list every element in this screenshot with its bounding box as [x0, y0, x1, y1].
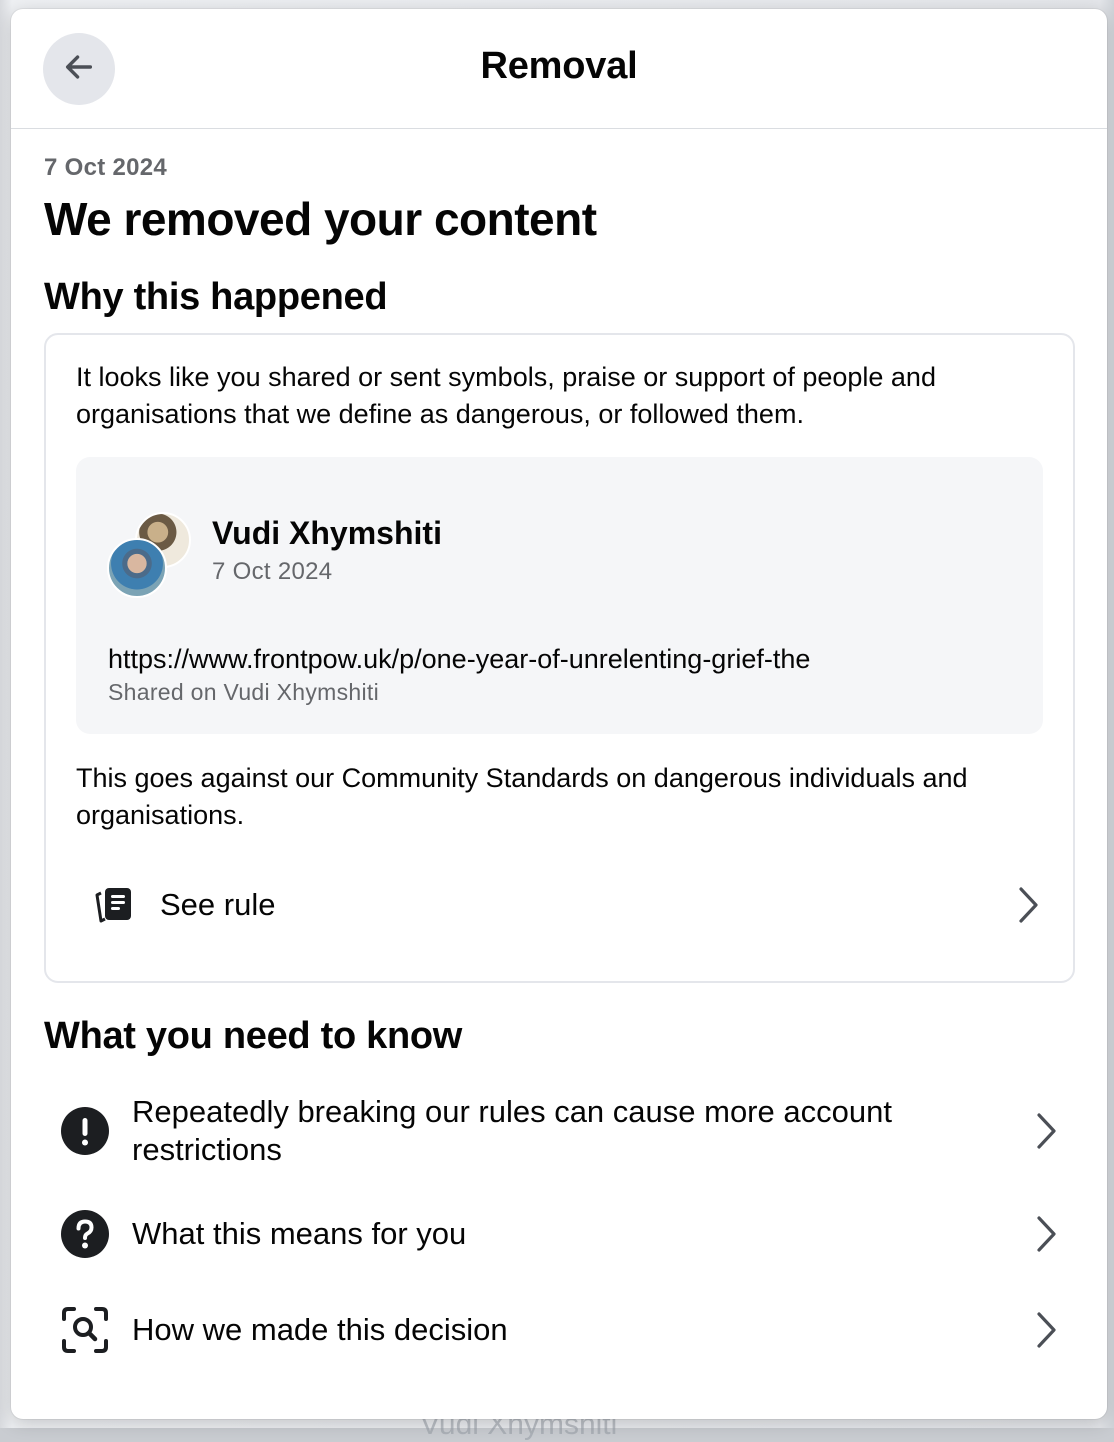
see-rule-button[interactable]: See rule: [76, 870, 1043, 940]
know-item-label: What this means for you: [132, 1216, 467, 1251]
know-item-how-decided[interactable]: How we made this decision: [44, 1282, 1075, 1378]
post-date: 7 Oct 2024: [212, 558, 333, 585]
reason-text: It looks like you shared or sent symbols…: [76, 362, 936, 429]
magnify-scan-icon: [58, 1303, 112, 1357]
page-title: We removed your content: [44, 193, 597, 245]
post-shared-on: Shared on Vudi Xhymshiti: [108, 679, 379, 705]
know-item-restrictions[interactable]: Repeatedly breaking our rules can cause …: [44, 1076, 1075, 1186]
know-heading: What you need to know: [44, 1015, 463, 1057]
removal-dialog: Removal 7 Oct 2024 We removed your conte…: [11, 9, 1107, 1419]
exclamation-circle-icon: [58, 1104, 112, 1158]
know-list: Repeatedly breaking our rules can cause …: [44, 1076, 1075, 1378]
notice-date: 7 Oct 2024: [44, 154, 168, 181]
see-rule-label: See rule: [160, 887, 276, 922]
know-item-what-this-means[interactable]: What this means for you: [44, 1186, 1075, 1282]
post-link: https://www.frontpow.uk/p/one-year-of-un…: [108, 644, 811, 674]
know-item-label: Repeatedly breaking our rules can cause …: [132, 1094, 892, 1167]
standards-text: This goes against our Community Standard…: [76, 763, 968, 830]
dialog-content: 7 Oct 2024 We removed your content Why t…: [44, 154, 1075, 1378]
dialog-header: Removal: [11, 9, 1107, 129]
chevron-right-icon: [1031, 1111, 1061, 1151]
removed-post-preview[interactable]: Vudi Xhymshiti 7 Oct 2024 https://www.fr…: [76, 457, 1043, 734]
question-circle-icon: [58, 1207, 112, 1261]
chevron-right-icon: [1013, 885, 1043, 925]
chevron-right-icon: [1031, 1214, 1061, 1254]
dialog-title: Removal: [480, 45, 638, 87]
chevron-right-icon: [1031, 1310, 1061, 1350]
reason-card: It looks like you shared or sent symbols…: [44, 333, 1075, 983]
rulebook-icon: [90, 880, 140, 930]
post-avatars: [107, 512, 191, 598]
know-item-label: How we made this decision: [132, 1312, 508, 1347]
post-author: Vudi Xhymshiti: [212, 515, 442, 551]
why-heading: Why this happened: [44, 276, 388, 318]
profile-avatar: [107, 538, 167, 598]
